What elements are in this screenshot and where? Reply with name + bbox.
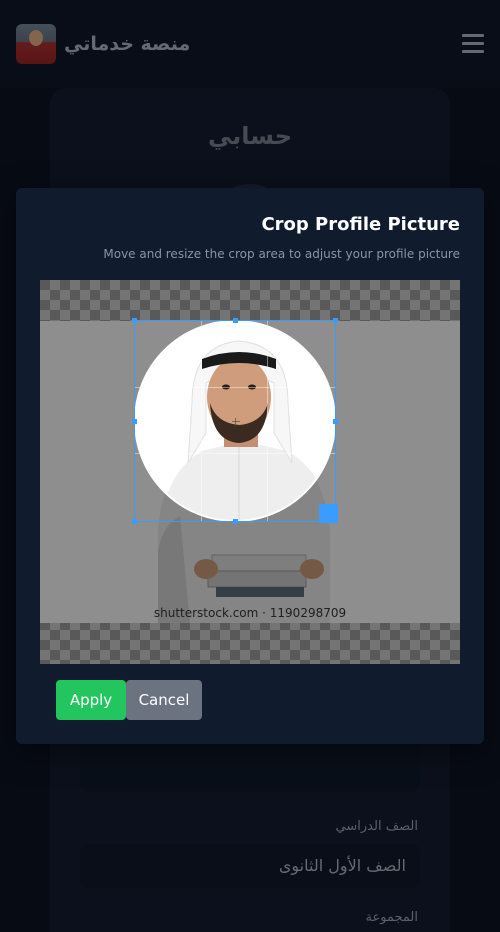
crop-resize-handle[interactable] bbox=[319, 504, 338, 523]
cancel-button[interactable]: Cancel bbox=[126, 680, 202, 720]
modal-title: Crop Profile Picture bbox=[261, 214, 460, 235]
crop-handle-bottom-left[interactable] bbox=[132, 519, 137, 524]
crop-handle-top-left[interactable] bbox=[132, 318, 137, 323]
watermark: shutterstock.com · 1190298709 bbox=[153, 606, 347, 620]
modal-subtitle: Move and resize the crop area to adjust … bbox=[103, 247, 460, 261]
crop-handle-left[interactable] bbox=[132, 419, 137, 424]
crop-center-icon-v bbox=[235, 418, 236, 426]
apply-button[interactable]: Apply bbox=[56, 680, 126, 720]
crop-handle-right[interactable] bbox=[333, 419, 338, 424]
crop-center-icon bbox=[232, 421, 240, 422]
crop-modal: Crop Profile Picture Move and resize the… bbox=[16, 188, 484, 744]
crop-handle-bottom[interactable] bbox=[233, 519, 238, 524]
crop-handle-top[interactable] bbox=[233, 318, 238, 323]
crop-handle-top-right[interactable] bbox=[333, 318, 338, 323]
crop-area[interactable]: shutterstock.com · 1190298709 bbox=[40, 280, 460, 664]
